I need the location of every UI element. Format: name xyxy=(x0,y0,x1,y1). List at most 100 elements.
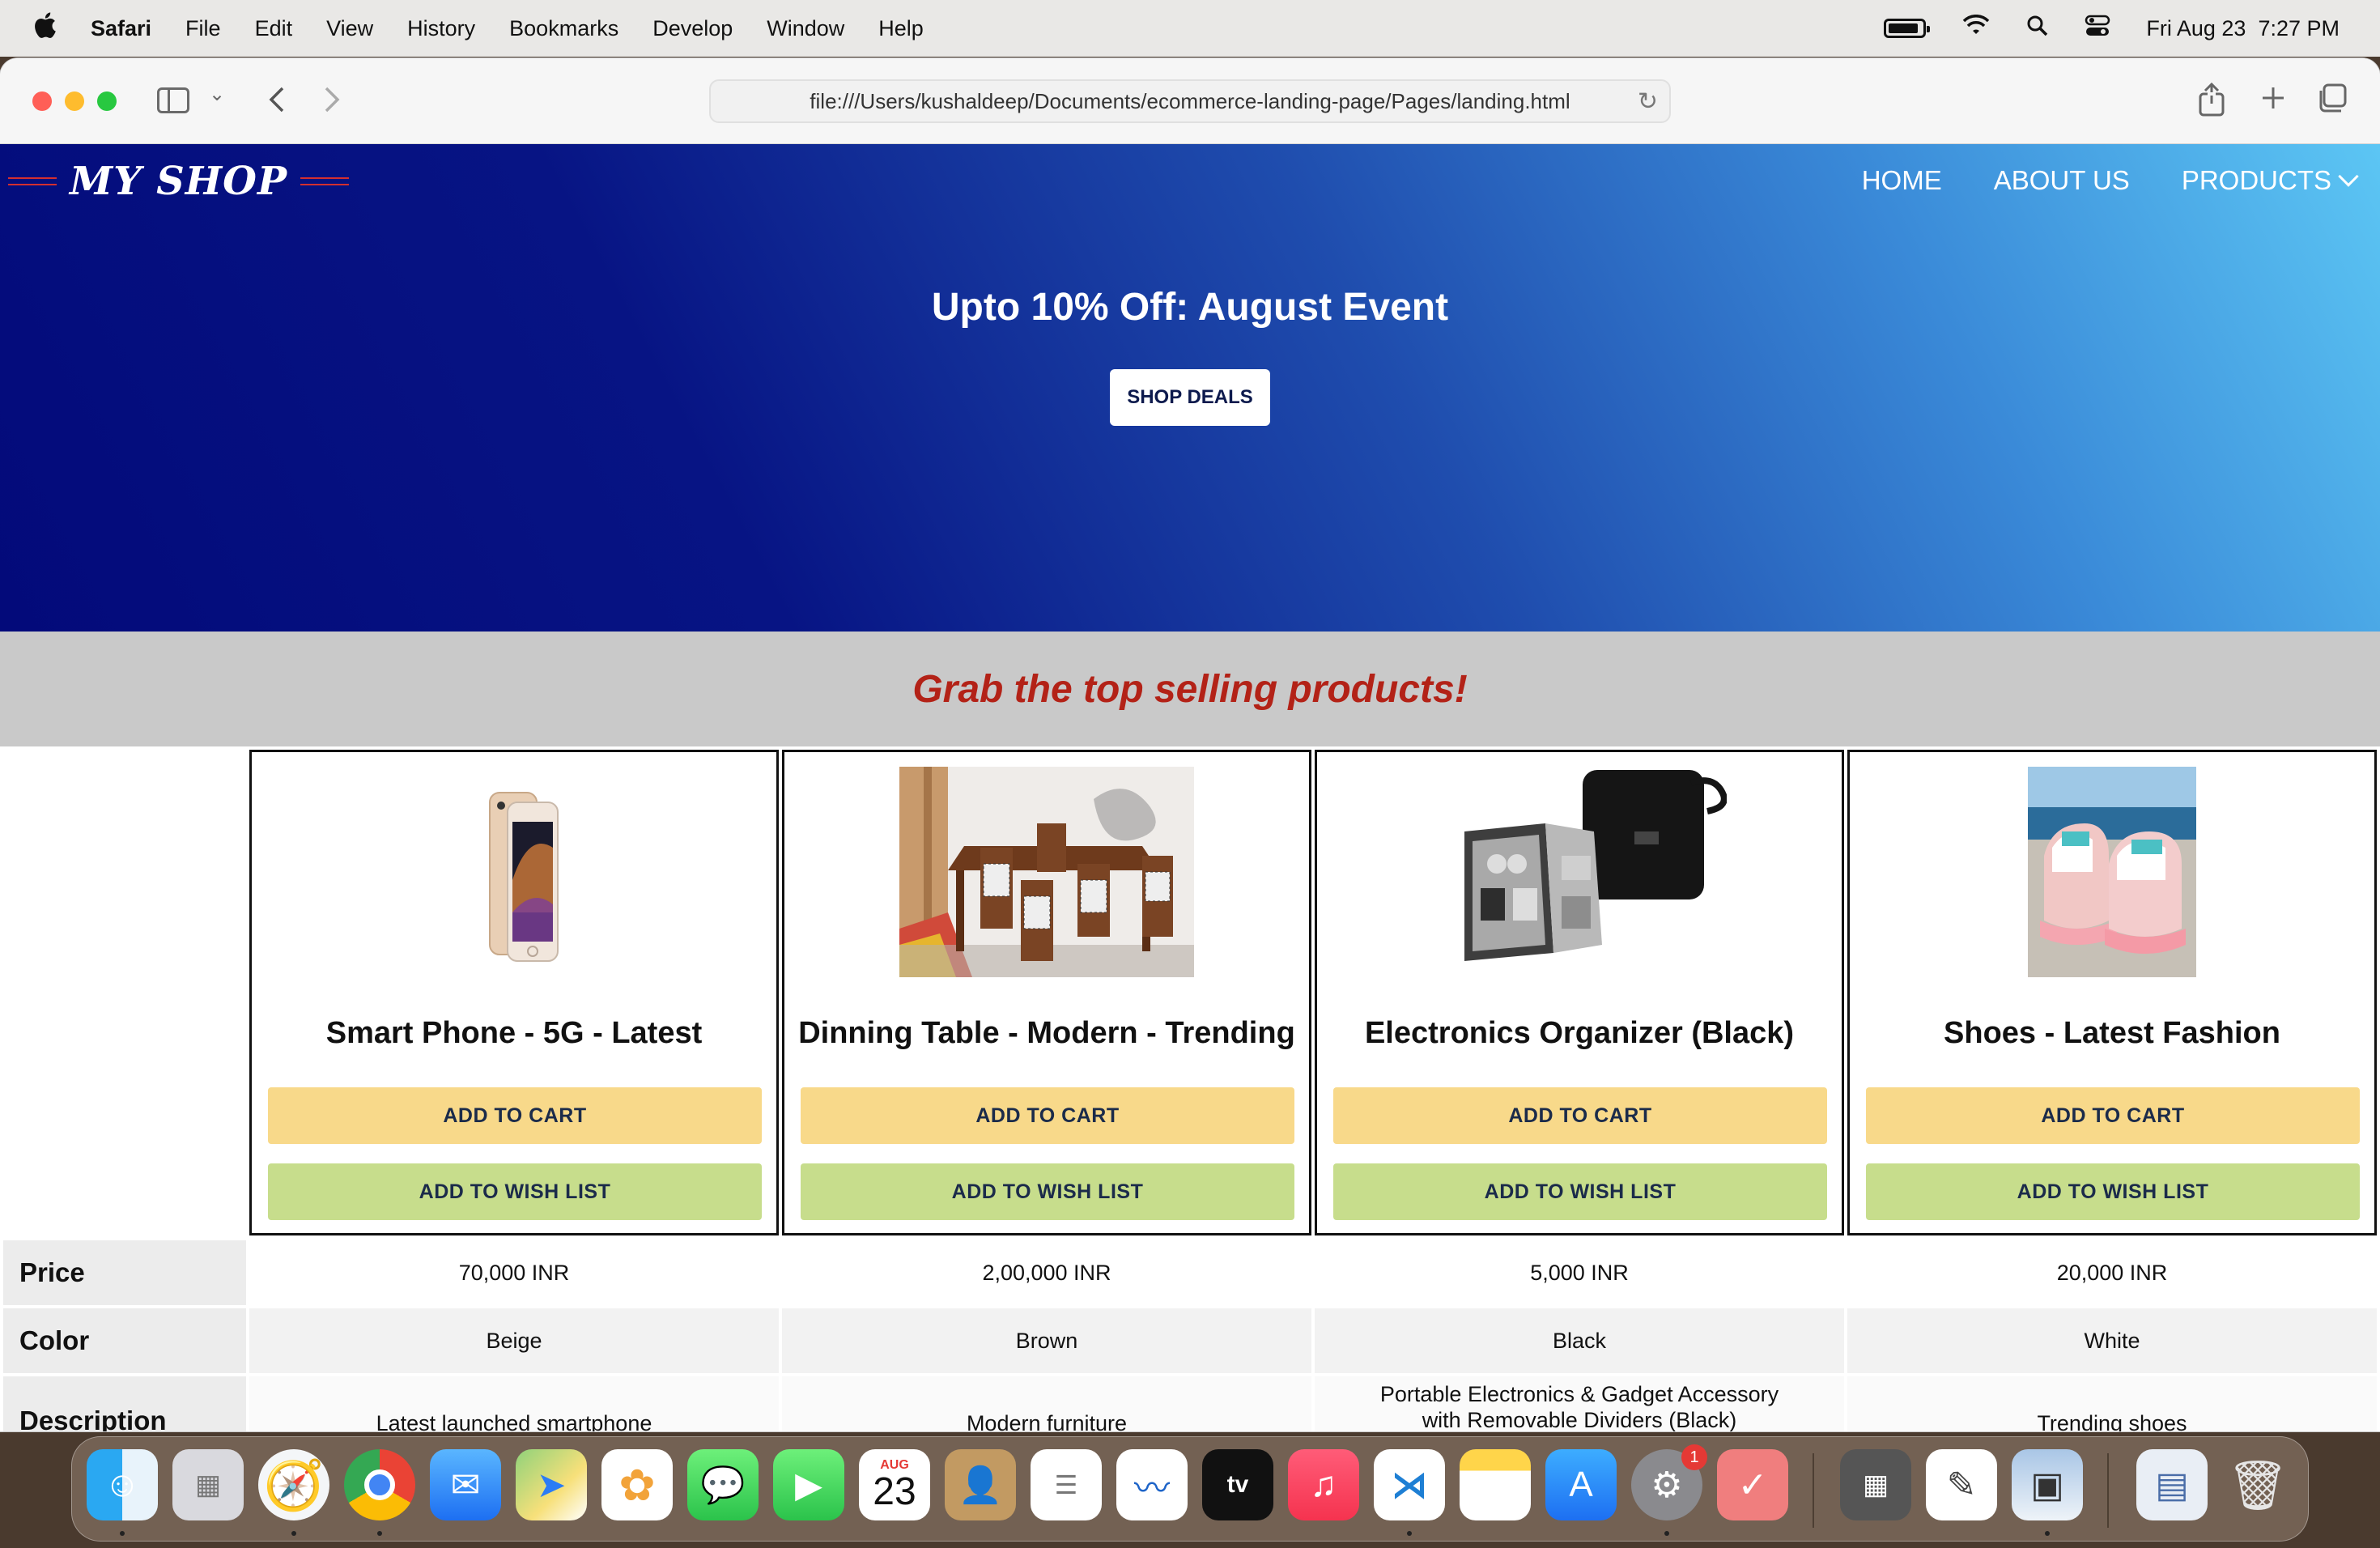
menu-date-time[interactable]: Fri Aug 23 7:27 PM xyxy=(2146,16,2340,41)
calculator-icon[interactable]: ▦ xyxy=(1840,1449,1911,1520)
main-nav: HOME ABOUT US PRODUCTS xyxy=(1862,165,2359,196)
spec-row-description: Description Latest launched smartphone M… xyxy=(0,1376,2380,1431)
running-indicator xyxy=(120,1531,125,1536)
spec-color: Beige xyxy=(249,1308,779,1373)
menu-history[interactable]: History xyxy=(407,16,475,41)
spec-label-price: Price xyxy=(3,1240,246,1305)
shop-deals-button[interactable]: SHOP DEALS xyxy=(1110,369,1270,426)
safari-icon[interactable]: 🧭 xyxy=(258,1449,329,1520)
share-button[interactable] xyxy=(2195,79,2228,120)
freeform-icon[interactable]: 〰 xyxy=(1116,1449,1188,1520)
add-to-wish-list-button[interactable]: ADD TO WISH LIST xyxy=(801,1163,1294,1220)
appstore-icon[interactable]: A xyxy=(1545,1449,1617,1520)
spec-description: Portable Electronics & Gadget Accessory … xyxy=(1315,1376,1844,1431)
product-card: Smart Phone - 5G - Latest ADD TO CART AD… xyxy=(249,750,779,1235)
forward-button[interactable] xyxy=(316,79,348,120)
zoom-window-button[interactable] xyxy=(97,91,117,111)
nav-about-link[interactable]: ABOUT US xyxy=(1994,165,2130,196)
notification-badge: 1 xyxy=(1681,1444,1707,1470)
spec-price: 20,000 INR xyxy=(2056,1261,2168,1285)
notes-icon[interactable] xyxy=(1460,1449,1531,1520)
vscode-icon[interactable]: ⋊ xyxy=(1374,1449,1445,1520)
spec-color: White xyxy=(1847,1308,2377,1373)
spotlight-search-icon[interactable] xyxy=(2026,15,2049,43)
finder-icon[interactable]: ☺ xyxy=(87,1449,158,1520)
spec-row-color: Color Beige Brown Black White xyxy=(0,1308,2380,1373)
running-indicator xyxy=(1407,1531,1412,1536)
calendar-icon[interactable]: AUG 23 xyxy=(859,1449,930,1520)
running-indicator xyxy=(2045,1531,2050,1536)
control-center-icon[interactable] xyxy=(2085,15,2110,43)
trash-icon[interactable]: 🗑 xyxy=(2222,1449,2293,1520)
address-bar[interactable]: file:///Users/kushaldeep/Documents/ecomm… xyxy=(709,79,1671,123)
chrome-icon[interactable] xyxy=(344,1449,415,1520)
site-logo[interactable]: MY SHOP xyxy=(8,159,350,204)
launchpad-icon[interactable]: ▦ xyxy=(172,1449,244,1520)
back-button[interactable] xyxy=(261,79,293,120)
wifi-icon[interactable] xyxy=(1961,14,1991,43)
menu-window[interactable]: Window xyxy=(767,16,844,41)
menu-help[interactable]: Help xyxy=(878,16,924,41)
spec-row-price: Price 70,000 INR 2,00,000 INR 5,000 INR … xyxy=(0,1240,2380,1305)
menu-view[interactable]: View xyxy=(326,16,373,41)
add-to-cart-button[interactable]: ADD TO CART xyxy=(268,1087,762,1144)
spec-price: 70,000 INR xyxy=(458,1261,570,1285)
web-page: MY SHOP HOME ABOUT US PRODUCTS Upto 10% … xyxy=(0,144,2380,1431)
menu-bar: Safari File Edit View History Bookmarks … xyxy=(0,0,2380,57)
tab-overview-button[interactable] xyxy=(2317,83,2348,113)
add-to-cart-button[interactable]: ADD TO CART xyxy=(1866,1087,2360,1144)
reload-icon[interactable]: ↻ xyxy=(1638,87,1658,116)
nav-products-label: PRODUCTS xyxy=(2181,165,2331,195)
add-to-cart-button[interactable]: ADD TO CART xyxy=(1333,1087,1827,1144)
running-indicator xyxy=(1664,1531,1669,1536)
dock: ☺ ▦ 🧭 ✉ ➤ ✿ 💬 ▶ AUG 23 👤 ☰ 〰 tv ♫ ⋊ A ⚙ 1… xyxy=(71,1436,2309,1542)
apple-menu-icon[interactable] xyxy=(32,11,57,45)
sidebar-toggle-icon[interactable] xyxy=(157,87,189,113)
documents-icon[interactable]: ▤ xyxy=(2136,1449,2208,1520)
appletv-icon[interactable]: tv xyxy=(1202,1449,1273,1520)
product-image-dining-table xyxy=(784,767,1309,977)
menu-date: Fri Aug 23 xyxy=(2146,15,2246,40)
new-tab-button[interactable] xyxy=(2257,78,2289,118)
todo-icon[interactable]: ✓ xyxy=(1717,1449,1788,1520)
top-selling-banner: Grab the top selling products! xyxy=(0,632,2380,746)
reminders-icon[interactable]: ☰ xyxy=(1031,1449,1102,1520)
close-window-button[interactable] xyxy=(32,91,52,111)
hero-section: MY SHOP HOME ABOUT US PRODUCTS Upto 10% … xyxy=(0,144,2380,632)
settings-icon[interactable]: ⚙ 1 xyxy=(1631,1444,1707,1520)
chevron-down-icon xyxy=(2338,166,2359,187)
mail-icon[interactable]: ✉ xyxy=(430,1449,501,1520)
preview-icon[interactable]: ▣ xyxy=(2012,1449,2083,1520)
sidebar-chevron-icon[interactable]: ⌄ xyxy=(209,83,225,106)
add-to-cart-button[interactable]: ADD TO CART xyxy=(801,1087,1294,1144)
battery-icon[interactable] xyxy=(1884,19,1931,38)
add-to-wish-list-button[interactable]: ADD TO WISH LIST xyxy=(268,1163,762,1220)
menu-app-name[interactable]: Safari xyxy=(91,16,151,41)
add-to-wish-list-button[interactable]: ADD TO WISH LIST xyxy=(1866,1163,2360,1220)
menu-bookmarks[interactable]: Bookmarks xyxy=(509,16,618,41)
url-text: file:///Users/kushaldeep/Documents/ecomm… xyxy=(810,88,1570,113)
menu-file[interactable]: File xyxy=(185,16,221,41)
hero-title: Upto 10% Off: August Event xyxy=(931,286,1449,329)
dock-separator xyxy=(2107,1453,2109,1528)
textedit-icon[interactable]: ✎ xyxy=(1926,1449,1997,1520)
photos-icon[interactable]: ✿ xyxy=(601,1449,673,1520)
browser-toolbar: ⌄ file:///Users/kushaldeep/Documents/eco… xyxy=(0,58,2380,144)
nav-products-dropdown[interactable]: PRODUCTS xyxy=(2181,165,2359,196)
minimize-window-button[interactable] xyxy=(65,91,84,111)
product-card: Shoes - Latest Fashion ADD TO CART ADD T… xyxy=(1847,750,2377,1235)
dock-separator xyxy=(1813,1453,1814,1528)
product-name: Electronics Organizer (Black) xyxy=(1364,1016,1795,1050)
maps-icon[interactable]: ➤ xyxy=(516,1449,587,1520)
product-image-smartphone xyxy=(252,767,776,977)
menu-edit[interactable]: Edit xyxy=(255,16,293,41)
nav-home-link[interactable]: HOME xyxy=(1862,165,1942,196)
spec-price: 2,00,000 INR xyxy=(982,1261,1111,1285)
menu-develop[interactable]: Develop xyxy=(652,16,733,41)
add-to-wish-list-button[interactable]: ADD TO WISH LIST xyxy=(1333,1163,1827,1220)
music-icon[interactable]: ♫ xyxy=(1288,1449,1359,1520)
facetime-icon[interactable]: ▶ xyxy=(773,1449,844,1520)
messages-icon[interactable]: 💬 xyxy=(687,1449,759,1520)
spec-label-description: Description xyxy=(3,1376,246,1431)
contacts-icon[interactable]: 👤 xyxy=(945,1449,1016,1520)
